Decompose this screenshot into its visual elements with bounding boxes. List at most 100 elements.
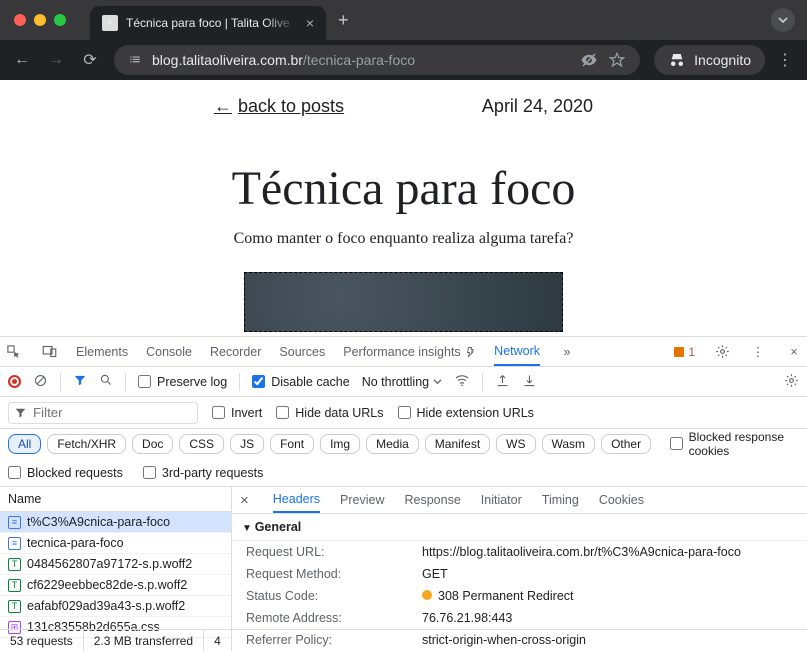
- tab-network[interactable]: Network: [494, 338, 540, 366]
- back-link-label: back to posts: [238, 96, 344, 117]
- preserve-log-check[interactable]: Preserve log: [138, 375, 227, 389]
- bookmark-star-icon[interactable]: [608, 51, 626, 69]
- tab-initiator[interactable]: Initiator: [481, 488, 522, 512]
- network-toolbar: Preserve log Disable cache No throttling: [0, 367, 807, 397]
- tab-headers[interactable]: Headers: [273, 487, 320, 513]
- search-icon[interactable]: [99, 373, 113, 390]
- name-column-header[interactable]: Name: [0, 487, 231, 512]
- warning-icon: [674, 347, 684, 357]
- request-method-value: GET: [422, 567, 793, 581]
- forward-button[interactable]: →: [42, 46, 70, 74]
- chip-fetch[interactable]: Fetch/XHR: [47, 434, 126, 454]
- tab-recorder[interactable]: Recorder: [210, 339, 261, 365]
- request-list: Name ≡t%C3%A9cnica-para-foco≡tecnica-par…: [0, 487, 232, 629]
- reload-button[interactable]: ⟳: [76, 46, 104, 74]
- tab-sources[interactable]: Sources: [279, 339, 325, 365]
- chip-font[interactable]: Font: [270, 434, 314, 454]
- back-button[interactable]: ←: [8, 46, 36, 74]
- kebab-icon[interactable]: ⋮: [749, 344, 767, 359]
- request-name: eafabf029ad39a43-s.p.woff2: [27, 599, 185, 613]
- window-zoom-icon[interactable]: [54, 14, 66, 26]
- more-tabs-icon[interactable]: »: [558, 345, 576, 359]
- inspect-icon[interactable]: [4, 344, 22, 359]
- site-info-icon[interactable]: [128, 53, 142, 67]
- request-row[interactable]: T0484562807a97172-s.p.woff2: [0, 554, 231, 575]
- url-text: blog.talitaoliveira.com.br/tecnica-para-…: [152, 52, 570, 68]
- chip-wasm[interactable]: Wasm: [542, 434, 596, 454]
- remote-address-value: 76.76.21.98:443: [422, 611, 793, 625]
- tab-cookies[interactable]: Cookies: [599, 488, 644, 512]
- close-detail-icon[interactable]: ×: [240, 492, 249, 509]
- request-row[interactable]: ≡tecnica-para-foco: [0, 533, 231, 554]
- tab-elements[interactable]: Elements: [76, 339, 128, 365]
- invert-check[interactable]: Invert: [212, 406, 262, 420]
- close-devtools-icon[interactable]: ×: [785, 345, 803, 359]
- status-more: 4: [204, 630, 232, 651]
- chip-img[interactable]: Img: [320, 434, 360, 454]
- upload-icon[interactable]: [495, 373, 510, 391]
- tab-title: Técnica para foco | Talita Olive: [126, 16, 298, 30]
- filter-icon[interactable]: [73, 373, 87, 390]
- incognito-label: Incognito: [694, 52, 751, 68]
- blocked-requests-check[interactable]: Blocked requests: [8, 466, 123, 480]
- page-title: Técnica para foco: [40, 161, 767, 216]
- chip-media[interactable]: Media: [366, 434, 419, 454]
- wifi-icon[interactable]: [454, 372, 470, 391]
- browser-menu-button[interactable]: ⋮: [771, 46, 799, 74]
- download-icon[interactable]: [522, 373, 537, 391]
- device-toggle-icon[interactable]: [40, 344, 58, 359]
- chip-js[interactable]: JS: [230, 434, 264, 454]
- request-row[interactable]: Teafabf029ad39a43-s.p.woff2: [0, 596, 231, 617]
- tab-preview[interactable]: Preview: [340, 488, 384, 512]
- status-dot-icon: [422, 590, 432, 600]
- status-code-label: Status Code:: [246, 589, 422, 603]
- general-section[interactable]: General: [232, 514, 807, 541]
- network-settings-icon[interactable]: [784, 373, 799, 391]
- funnel-icon: [14, 406, 27, 419]
- third-party-check[interactable]: 3rd-party requests: [143, 466, 263, 480]
- address-bar[interactable]: blog.talitaoliveira.com.br/tecnica-para-…: [114, 45, 640, 75]
- request-row[interactable]: ≡t%C3%A9cnica-para-foco: [0, 512, 231, 533]
- new-tab-button[interactable]: +: [338, 10, 349, 31]
- incognito-badge[interactable]: Incognito: [654, 45, 765, 75]
- font-file-icon: T: [8, 579, 21, 592]
- chip-all[interactable]: All: [8, 434, 41, 454]
- eye-off-icon[interactable]: [580, 51, 598, 69]
- status-code-value: 308 Permanent Redirect: [422, 589, 793, 603]
- chip-other[interactable]: Other: [601, 434, 651, 454]
- arrow-left-icon: ←: [214, 96, 232, 117]
- request-row[interactable]: Tcf6229eebbec82de-s.p.woff2: [0, 575, 231, 596]
- tab-console[interactable]: Console: [146, 339, 192, 365]
- page-content: ← back to posts April 24, 2020 Técnica p…: [0, 80, 807, 336]
- browser-tab[interactable]: ✦ Técnica para foco | Talita Olive ×: [90, 6, 326, 40]
- clear-icon[interactable]: [33, 373, 48, 391]
- issues-badge[interactable]: 1: [674, 345, 695, 359]
- tab-overflow-button[interactable]: [771, 8, 795, 32]
- chip-ws[interactable]: WS: [496, 434, 535, 454]
- tab-perf[interactable]: Performance insights: [343, 339, 476, 365]
- chip-css[interactable]: CSS: [179, 434, 224, 454]
- devtools-panel: Elements Console Recorder Sources Perfor…: [0, 336, 807, 651]
- close-tab-icon[interactable]: ×: [306, 15, 314, 31]
- record-button[interactable]: [8, 375, 21, 388]
- network-status-bar: 53 requests 2.3 MB transferred 4: [0, 629, 807, 651]
- settings-icon[interactable]: [713, 344, 731, 359]
- tab-timing[interactable]: Timing: [542, 488, 579, 512]
- window-close-icon[interactable]: [14, 14, 26, 26]
- tab-response[interactable]: Response: [404, 488, 460, 512]
- back-to-posts-link[interactable]: ← back to posts: [214, 96, 344, 117]
- disable-cache-check[interactable]: Disable cache: [252, 375, 350, 389]
- throttling-select[interactable]: No throttling: [362, 375, 442, 389]
- post-date: April 24, 2020: [482, 96, 593, 117]
- hide-data-urls-check[interactable]: Hide data URLs: [276, 406, 383, 420]
- filter-input[interactable]: [8, 402, 198, 424]
- type-chipbar: All Fetch/XHR Doc CSS JS Font Img Media …: [0, 429, 807, 459]
- request-url-value: https://blog.talitaoliveira.com.br/t%C3%…: [422, 545, 793, 559]
- remote-address-label: Remote Address:: [246, 611, 422, 625]
- chip-manifest[interactable]: Manifest: [425, 434, 490, 454]
- window-minimize-icon[interactable]: [34, 14, 46, 26]
- chip-doc[interactable]: Doc: [132, 434, 173, 454]
- blocked-cookies-check[interactable]: Blocked response cookies: [670, 430, 799, 458]
- request-url-label: Request URL:: [246, 545, 422, 559]
- hide-ext-urls-check[interactable]: Hide extension URLs: [398, 406, 534, 420]
